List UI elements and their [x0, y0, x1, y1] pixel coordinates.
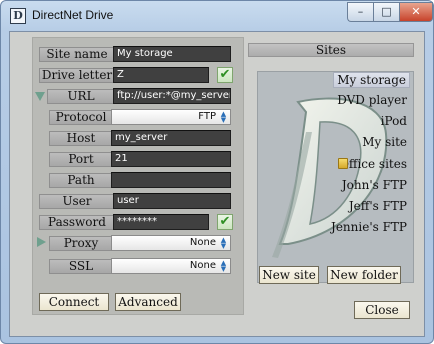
advanced-button[interactable]: Advanced: [115, 293, 181, 311]
new-site-button[interactable]: New site: [259, 266, 319, 284]
close-button[interactable]: Close: [354, 301, 410, 319]
app-logo-icon: D: [10, 8, 26, 24]
port-input[interactable]: 21: [111, 151, 231, 167]
user-label: User: [39, 194, 115, 209]
site-name-label: Site name: [39, 47, 115, 62]
expand-url-icon[interactable]: [35, 92, 45, 101]
app-window: D DirectNet Drive – □ ✕ Site name My sto…: [0, 0, 434, 344]
sites-header: Sites: [248, 43, 414, 57]
site-name-input[interactable]: My storage: [113, 46, 231, 62]
password-input[interactable]: ********: [113, 214, 209, 230]
proxy-value: None: [189, 237, 216, 248]
proxy-spin-icon: ▲ ▼: [220, 236, 227, 250]
site-item[interactable]: My storage: [333, 72, 410, 88]
site-item[interactable]: Jeff's FTP: [346, 198, 410, 214]
drive-letter-input[interactable]: Z: [113, 67, 209, 83]
site-item[interactable]: Jennie's FTP: [328, 219, 410, 235]
site-item[interactable]: My site: [359, 134, 410, 150]
password-check-icon: ✔: [217, 214, 233, 230]
ssl-select[interactable]: None ▲ ▼: [111, 258, 231, 274]
minimize-button[interactable]: –: [347, 2, 373, 22]
ssl-label: SSL: [49, 259, 113, 274]
connect-button[interactable]: Connect: [39, 293, 109, 311]
host-label: Host: [49, 131, 113, 146]
port-label: Port: [49, 152, 113, 167]
user-input[interactable]: user: [113, 193, 231, 209]
folder-icon: [338, 158, 348, 169]
title-bar[interactable]: D DirectNet Drive – □ ✕: [1, 1, 433, 31]
proxy-select[interactable]: None ▲ ▼: [111, 235, 231, 251]
drive-letter-label: Drive letter: [39, 68, 115, 83]
expand-proxy-icon[interactable]: [37, 237, 46, 247]
protocol-label: Protocol: [49, 110, 113, 125]
site-item[interactable]: iPod: [378, 113, 410, 129]
host-input[interactable]: my_server: [111, 130, 231, 146]
path-input[interactable]: [111, 172, 231, 188]
site-item[interactable]: DVD player: [334, 92, 410, 108]
password-label: Password: [39, 215, 115, 230]
window-title: DirectNet Drive: [32, 8, 114, 22]
protocol-select[interactable]: FTP ▲ ▼: [111, 109, 231, 125]
sites-list[interactable]: My storage DVD player iPod My site Office si…: [257, 71, 414, 283]
proxy-label: Proxy: [49, 236, 113, 251]
maximize-button[interactable]: □: [373, 2, 399, 22]
close-window-button[interactable]: ✕: [399, 2, 433, 22]
client-area: Site name My storage Drive letter Z ✔ UR…: [9, 31, 425, 337]
new-folder-button[interactable]: New folder: [327, 266, 401, 284]
protocol-value: FTP: [198, 111, 216, 122]
url-label: URL: [47, 89, 115, 104]
drive-letter-check-icon: ✔: [217, 67, 233, 83]
ssl-spin-icon: ▲ ▼: [220, 259, 227, 273]
site-settings-panel: Site name My storage Drive letter Z ✔ UR…: [32, 37, 244, 315]
path-label: Path: [49, 173, 113, 188]
url-input[interactable]: ftp://user:*@my_server:21: [113, 88, 231, 104]
site-item[interactable]: John's FTP: [339, 177, 410, 193]
ssl-value: None: [189, 260, 216, 271]
protocol-spin-icon: ▲ ▼: [220, 110, 227, 124]
